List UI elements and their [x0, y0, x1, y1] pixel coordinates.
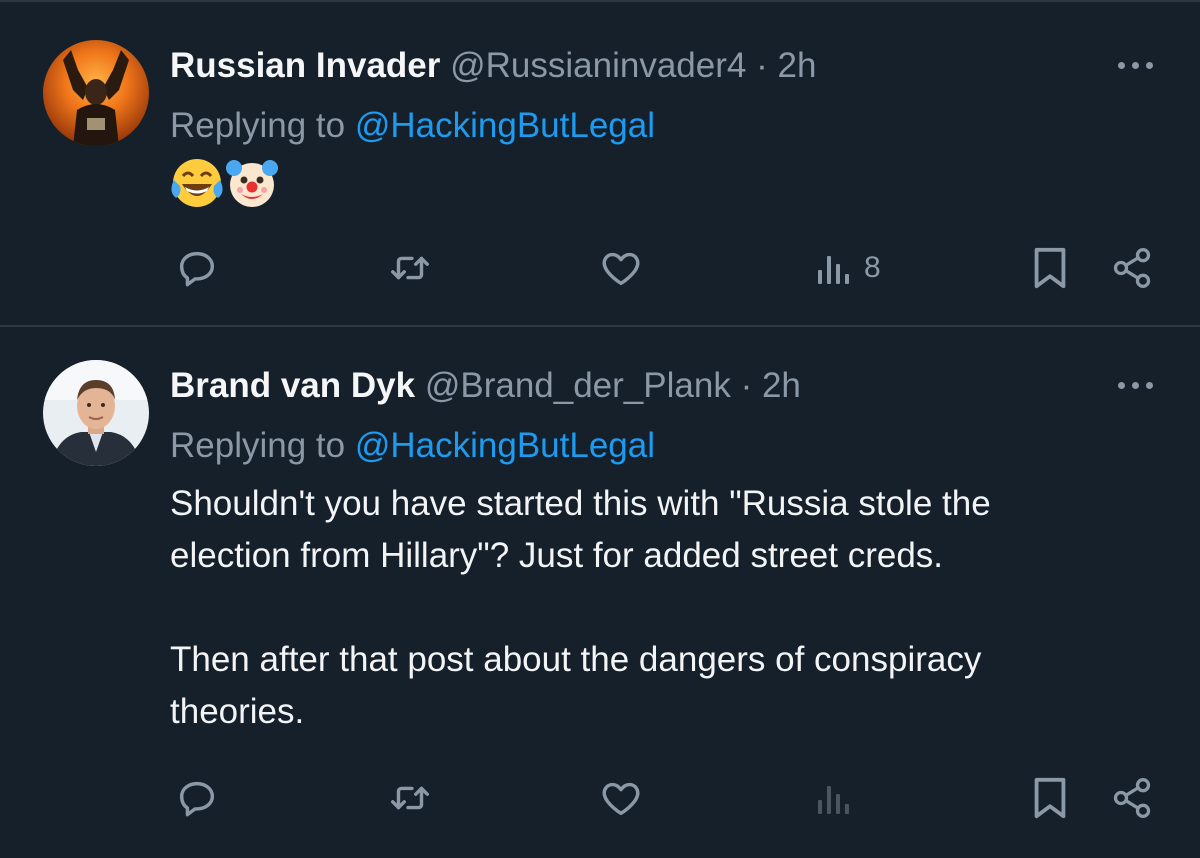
views-icon — [818, 786, 849, 814]
replying-to: Replying to @HackingButLegal — [170, 104, 655, 148]
share-icon — [1113, 778, 1151, 818]
reply-icon — [179, 251, 215, 287]
share-icon — [1113, 248, 1151, 288]
tweet-divider — [0, 325, 1200, 327]
tweet-text-line: Then after that post about the dangers o… — [170, 640, 982, 679]
bookmark-button[interactable] — [1030, 238, 1070, 298]
more-icon[interactable] — [1116, 54, 1156, 78]
more-icon[interactable] — [1116, 374, 1156, 398]
retweet-button[interactable] — [386, 238, 434, 298]
separator-dot: · — [756, 46, 768, 85]
tweet-emojis — [170, 156, 282, 210]
replying-prefix: Replying to — [170, 426, 346, 465]
like-button[interactable] — [598, 768, 644, 828]
replying-prefix: Replying to — [170, 106, 346, 145]
tweet-actions: 8 — [0, 238, 1200, 298]
like-icon — [602, 782, 640, 816]
tweet-header: Brand van Dyk @Brand_der_Plank · 2h — [170, 364, 801, 408]
separator-dot: · — [740, 366, 753, 405]
views-button[interactable]: 8 — [814, 238, 881, 298]
author-handle[interactable]: @Brand_der_Plank — [425, 366, 731, 405]
retweet-button[interactable] — [386, 768, 434, 828]
retweet-icon — [391, 256, 429, 280]
tweet-text-line: theories. — [170, 692, 305, 731]
reply-icon — [179, 781, 215, 817]
tweet-actions — [0, 768, 1200, 828]
tears-of-joy-emoji-icon — [171, 159, 223, 207]
timestamp[interactable]: 2h — [762, 366, 801, 405]
bookmark-button[interactable] — [1030, 768, 1070, 828]
replying-mention-link[interactable]: @HackingButLegal — [355, 426, 655, 465]
tweet-header: Russian Invader @Russianinvader4 · 2h — [170, 44, 816, 88]
tweet-reply-2[interactable]: Brand van Dyk @Brand_der_Plank · 2h Repl… — [0, 328, 1200, 858]
reply-button[interactable] — [174, 768, 220, 828]
bookmark-icon — [1034, 777, 1066, 819]
bookmark-icon — [1034, 247, 1066, 289]
avatar-russian-invader[interactable] — [43, 40, 149, 146]
replying-mention-link[interactable]: @HackingButLegal — [355, 106, 655, 145]
like-button[interactable] — [598, 238, 644, 298]
tweet-text-line: Shouldn't you have started this with "Ru… — [170, 484, 991, 523]
author-name[interactable]: Brand van Dyk — [170, 366, 415, 405]
reply-button[interactable] — [174, 238, 220, 298]
avatar-brand-van-dyk[interactable] — [43, 360, 149, 466]
views-icon — [818, 256, 849, 284]
tweet-text: Shouldn't you have started this with "Ru… — [170, 478, 1160, 738]
clown-face-emoji-icon — [226, 160, 278, 207]
author-handle[interactable]: @Russianinvader4 — [450, 46, 746, 85]
share-button[interactable] — [1110, 238, 1154, 298]
views-button[interactable] — [814, 768, 864, 828]
tweet-reply-1[interactable]: Russian Invader @Russianinvader4 · 2h Re… — [0, 0, 1200, 326]
replying-to: Replying to @HackingButLegal — [170, 424, 655, 468]
author-name[interactable]: Russian Invader — [170, 46, 440, 85]
retweet-icon — [391, 786, 429, 810]
timestamp[interactable]: 2h — [778, 46, 817, 85]
views-count: 8 — [864, 251, 881, 284]
tweet-text-line: election from Hillary"? Just for added s… — [170, 536, 944, 575]
share-button[interactable] — [1110, 768, 1154, 828]
like-icon — [602, 252, 640, 286]
